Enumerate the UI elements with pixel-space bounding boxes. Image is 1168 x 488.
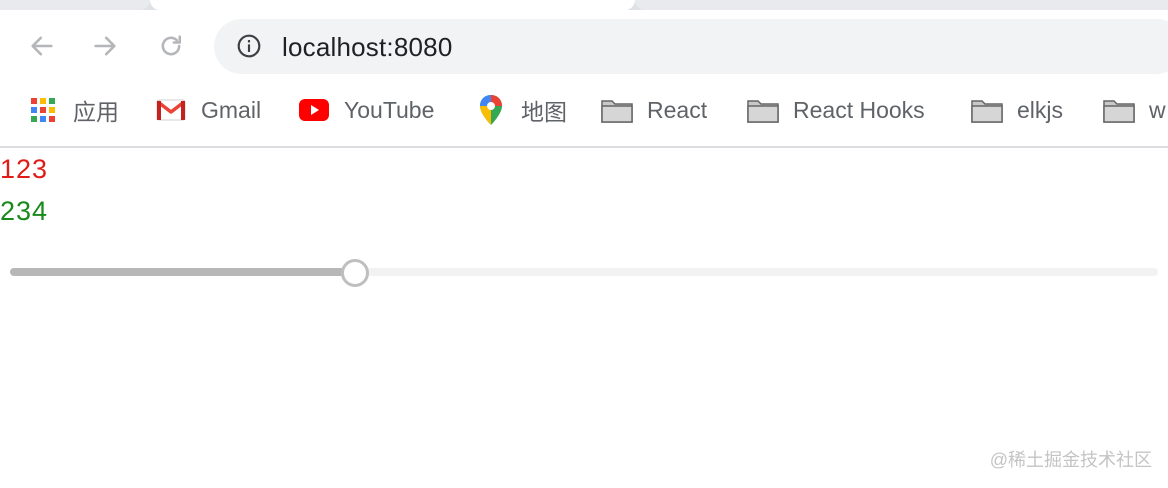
folder-icon — [1103, 94, 1135, 126]
active-tab[interactable] — [150, 0, 635, 10]
bookmark-label: React Hooks — [793, 96, 925, 123]
bookmark-folder-react[interactable]: React — [601, 94, 707, 126]
bookmark-label: React — [647, 96, 708, 123]
slider-handle[interactable] — [341, 259, 369, 287]
arrow-left-icon — [31, 36, 53, 56]
slider-track — [10, 268, 354, 276]
bookmarks-bar: 应用 Gmail YouTube 地图 React React Hooks el… — [0, 86, 1168, 146]
apps-grid-icon — [27, 94, 59, 126]
info-circle-icon[interactable] — [236, 33, 262, 59]
back-button[interactable] — [24, 28, 60, 64]
page-content: 123 234 @稀土掘金技术社区 — [0, 148, 1168, 488]
address-url[interactable]: localhost:8080 — [282, 32, 452, 63]
inactive-tab-right[interactable] — [635, 0, 1168, 10]
tab-strip — [0, 0, 1168, 10]
bookmark-label: 应用 — [73, 99, 119, 125]
bookmark-youtube[interactable]: YouTube — [298, 94, 434, 126]
youtube-icon — [298, 94, 330, 126]
forward-button[interactable] — [87, 28, 123, 64]
arrow-right-icon — [94, 36, 116, 56]
gmail-icon — [155, 94, 187, 126]
browser-toolbar: localhost:8080 — [0, 10, 1168, 86]
range-slider[interactable] — [10, 259, 1158, 287]
bookmark-label: elkjs — [1017, 96, 1064, 123]
folder-icon — [971, 94, 1003, 126]
bookmark-maps[interactable]: 地图 — [475, 94, 567, 126]
folder-icon — [747, 94, 779, 126]
maps-pin-icon — [475, 94, 507, 126]
bookmark-label: YouTube — [344, 96, 435, 123]
bookmark-folder-react-hooks[interactable]: React Hooks — [747, 94, 925, 126]
folder-icon — [601, 94, 633, 126]
bookmark-folder-w[interactable]: w — [1103, 94, 1166, 126]
bookmark-gmail[interactable]: Gmail — [155, 94, 261, 126]
bookmark-label: 地图 — [521, 99, 567, 125]
bookmark-folder-elkjs[interactable]: elkjs — [971, 94, 1063, 126]
address-bar[interactable]: localhost:8080 — [214, 19, 1168, 74]
reload-button[interactable] — [153, 28, 189, 64]
bookmark-apps[interactable]: 应用 — [27, 94, 119, 126]
bookmark-label: w — [1149, 96, 1166, 123]
reload-icon — [161, 35, 182, 56]
value-text-green: 234 — [0, 196, 49, 226]
bookmark-label: Gmail — [201, 96, 262, 123]
value-text-red: 123 — [0, 154, 49, 184]
inactive-tab-left[interactable] — [0, 0, 150, 10]
watermark-text: @稀土掘金技术社区 — [989, 450, 1152, 470]
